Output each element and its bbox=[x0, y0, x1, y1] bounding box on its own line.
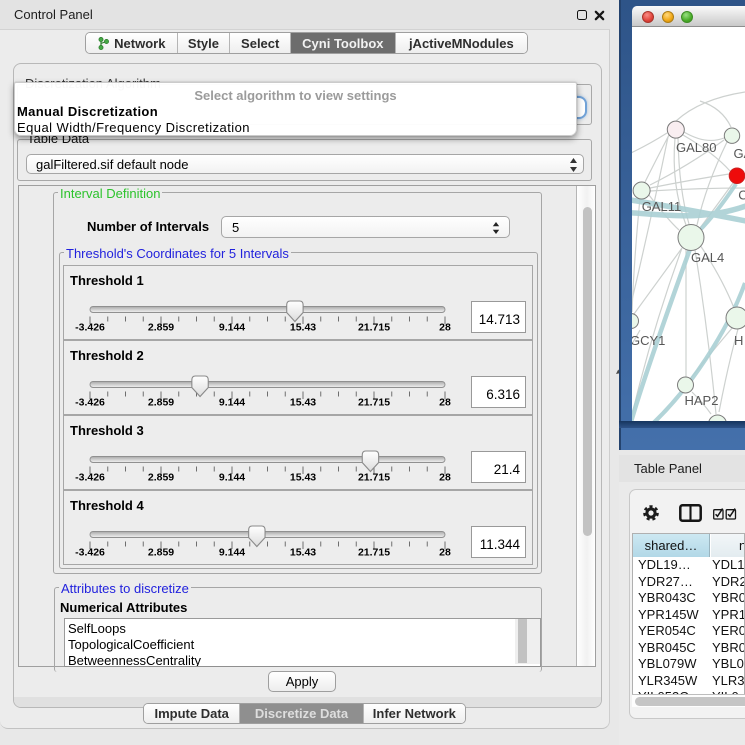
svg-text:21.715: 21.715 bbox=[358, 547, 390, 559]
svg-text:2.859: 2.859 bbox=[148, 322, 174, 334]
svg-text:21.715: 21.715 bbox=[358, 322, 390, 334]
svg-text:GA: GA bbox=[734, 146, 745, 161]
svg-text:9.144: 9.144 bbox=[219, 397, 245, 409]
svg-text:28: 28 bbox=[439, 472, 451, 484]
svg-text:2.859: 2.859 bbox=[148, 472, 174, 484]
svg-text:GCY1: GCY1 bbox=[632, 333, 665, 348]
svg-text:-3.426: -3.426 bbox=[75, 547, 105, 559]
svg-text:15.43: 15.43 bbox=[290, 472, 316, 484]
svg-text:9.144: 9.144 bbox=[219, 472, 245, 484]
svg-text:9.144: 9.144 bbox=[219, 322, 245, 334]
svg-text:28: 28 bbox=[439, 397, 451, 409]
svg-text:9.144: 9.144 bbox=[219, 547, 245, 559]
svg-text:2.859: 2.859 bbox=[148, 397, 174, 409]
svg-text:15.43: 15.43 bbox=[290, 322, 316, 334]
svg-text:GAL4: GAL4 bbox=[691, 250, 724, 265]
svg-text:-3.426: -3.426 bbox=[75, 397, 105, 409]
svg-text:15.43: 15.43 bbox=[290, 397, 316, 409]
svg-text:GAL80: GAL80 bbox=[676, 140, 716, 155]
svg-text:28: 28 bbox=[439, 547, 451, 559]
svg-text:2.859: 2.859 bbox=[148, 547, 174, 559]
svg-text:HAP2: HAP2 bbox=[685, 393, 719, 408]
svg-text:21.715: 21.715 bbox=[358, 397, 390, 409]
svg-text:28: 28 bbox=[439, 322, 451, 334]
svg-text:21.715: 21.715 bbox=[358, 472, 390, 484]
svg-text:H: H bbox=[734, 333, 743, 348]
svg-text:15.43: 15.43 bbox=[290, 547, 316, 559]
svg-text:-3.426: -3.426 bbox=[75, 322, 105, 334]
svg-text:GAL11: GAL11 bbox=[642, 199, 682, 214]
svg-text:C: C bbox=[738, 188, 745, 203]
svg-text:-3.426: -3.426 bbox=[75, 472, 105, 484]
